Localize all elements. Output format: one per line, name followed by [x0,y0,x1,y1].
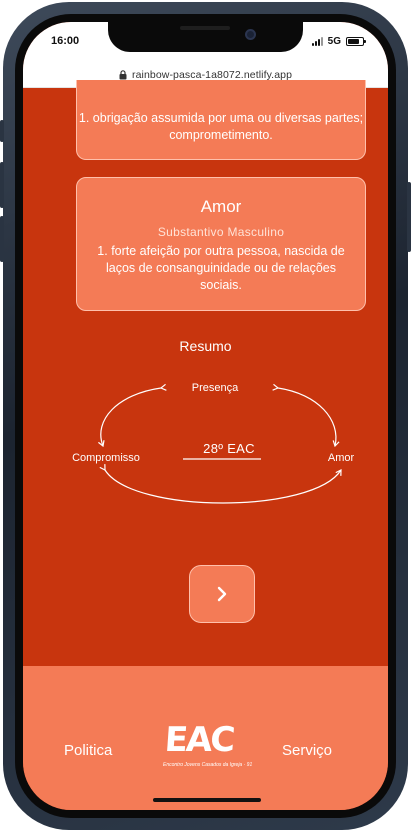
footer-link-servico[interactable]: Serviço [282,742,332,759]
phone-power-button [407,182,411,252]
center-label: 28º EAC [203,441,255,456]
arrow-presenca-amor [272,383,340,448]
front-camera-icon [245,29,256,40]
next-button[interactable] [189,565,255,623]
footer: Politica EAC Encontro Jovens Casados da … [23,666,388,810]
phone-bezel: 16:00 5G rainbow-pasca-1a8072.netlify.ap… [15,14,396,818]
footer-link-politica[interactable]: Politica [64,742,112,759]
phone-frame: 16:00 5G rainbow-pasca-1a8072.netlify.ap… [0,2,411,830]
logo-subtitle: Encontro Jovens Casados da Igreja · 91 [163,762,253,768]
node-amor: Amor [327,452,355,464]
eac-logo[interactable]: EAC Encontro Jovens Casados da Igreja · … [163,720,252,774]
screen: 16:00 5G rainbow-pasca-1a8072.netlify.ap… [23,22,388,810]
arrow-compromisso-amor [99,464,342,504]
node-compromisso: Compromisso [72,452,140,464]
node-presenca: Presença [191,382,239,394]
logo-text: EAC [163,720,235,760]
phone-volume-up [0,162,4,208]
home-indicator[interactable] [153,798,261,802]
speaker-grille [180,26,230,30]
chevron-right-icon [217,586,227,602]
notch [108,22,303,52]
arrow-presenca-compromisso [98,383,167,448]
phone-volume-down [0,216,4,262]
phone-mute-switch [0,120,4,142]
